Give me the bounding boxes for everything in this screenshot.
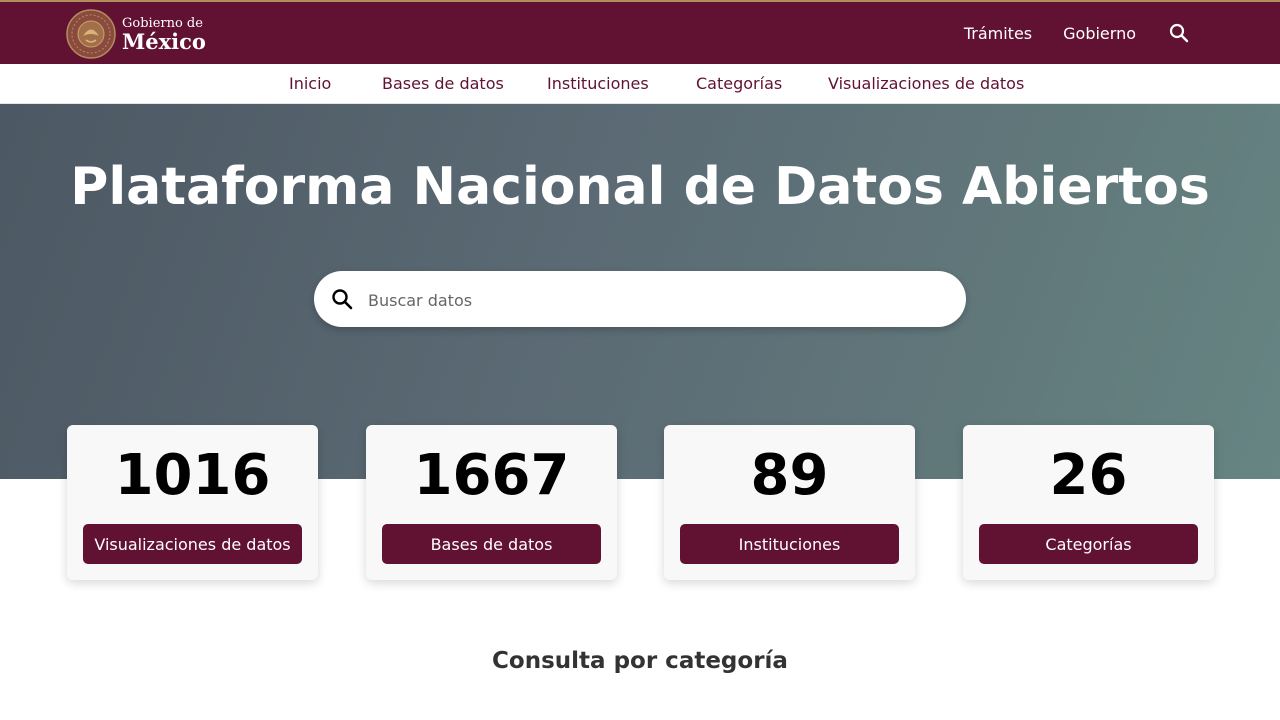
top-nav: Trámites Gobierno (964, 2, 1280, 64)
subnav-item-instituciones[interactable]: Instituciones (547, 74, 649, 93)
stat-card-instituciones: 89 Instituciones (664, 425, 915, 580)
stat-card-bases-de-datos: 1667 Bases de datos (366, 425, 617, 580)
subnav-item-bases-de-datos[interactable]: Bases de datos (382, 74, 504, 93)
hero-banner: Plataforma Nacional de Datos Abiertos (0, 104, 1280, 479)
search-input[interactable] (366, 271, 950, 329)
stat-value: 1667 (413, 443, 570, 508)
instituciones-button[interactable]: Instituciones (680, 524, 899, 564)
section-heading: Consulta por categoría (492, 648, 788, 674)
stat-value: 26 (1049, 443, 1128, 508)
secondary-nav: Inicio Bases de datos Instituciones Cate… (0, 64, 1280, 104)
bases-de-datos-button[interactable]: Bases de datos (382, 524, 601, 564)
stat-card-categorias: 26 Categorías (963, 425, 1214, 580)
subnav-item-categorias[interactable]: Categorías (696, 74, 782, 93)
nav-link-gobierno[interactable]: Gobierno (1063, 24, 1136, 43)
categorias-button[interactable]: Categorías (979, 524, 1198, 564)
top-header: Gobierno de México Trámites Gobierno (0, 0, 1280, 64)
logo-line2: México (122, 28, 206, 54)
logo-line1: Gobierno de (122, 15, 203, 31)
subnav-item-visualizaciones[interactable]: Visualizaciones de datos (828, 74, 1024, 93)
nav-link-tramites[interactable]: Trámites (964, 24, 1032, 43)
stat-value: 89 (750, 443, 829, 508)
coat-of-arms-icon (66, 9, 116, 59)
visualizaciones-button[interactable]: Visualizaciones de datos (83, 524, 302, 564)
stat-card-visualizaciones: 1016 Visualizaciones de datos (67, 425, 318, 580)
stat-value: 1016 (114, 443, 271, 508)
subnav-item-inicio[interactable]: Inicio (289, 74, 331, 93)
gobierno-logo[interactable]: Gobierno de México (66, 9, 206, 59)
search-icon[interactable] (1168, 22, 1190, 44)
page-title: Plataforma Nacional de Datos Abiertos (70, 157, 1210, 217)
search-bar (314, 271, 966, 329)
search-icon[interactable] (331, 288, 353, 310)
